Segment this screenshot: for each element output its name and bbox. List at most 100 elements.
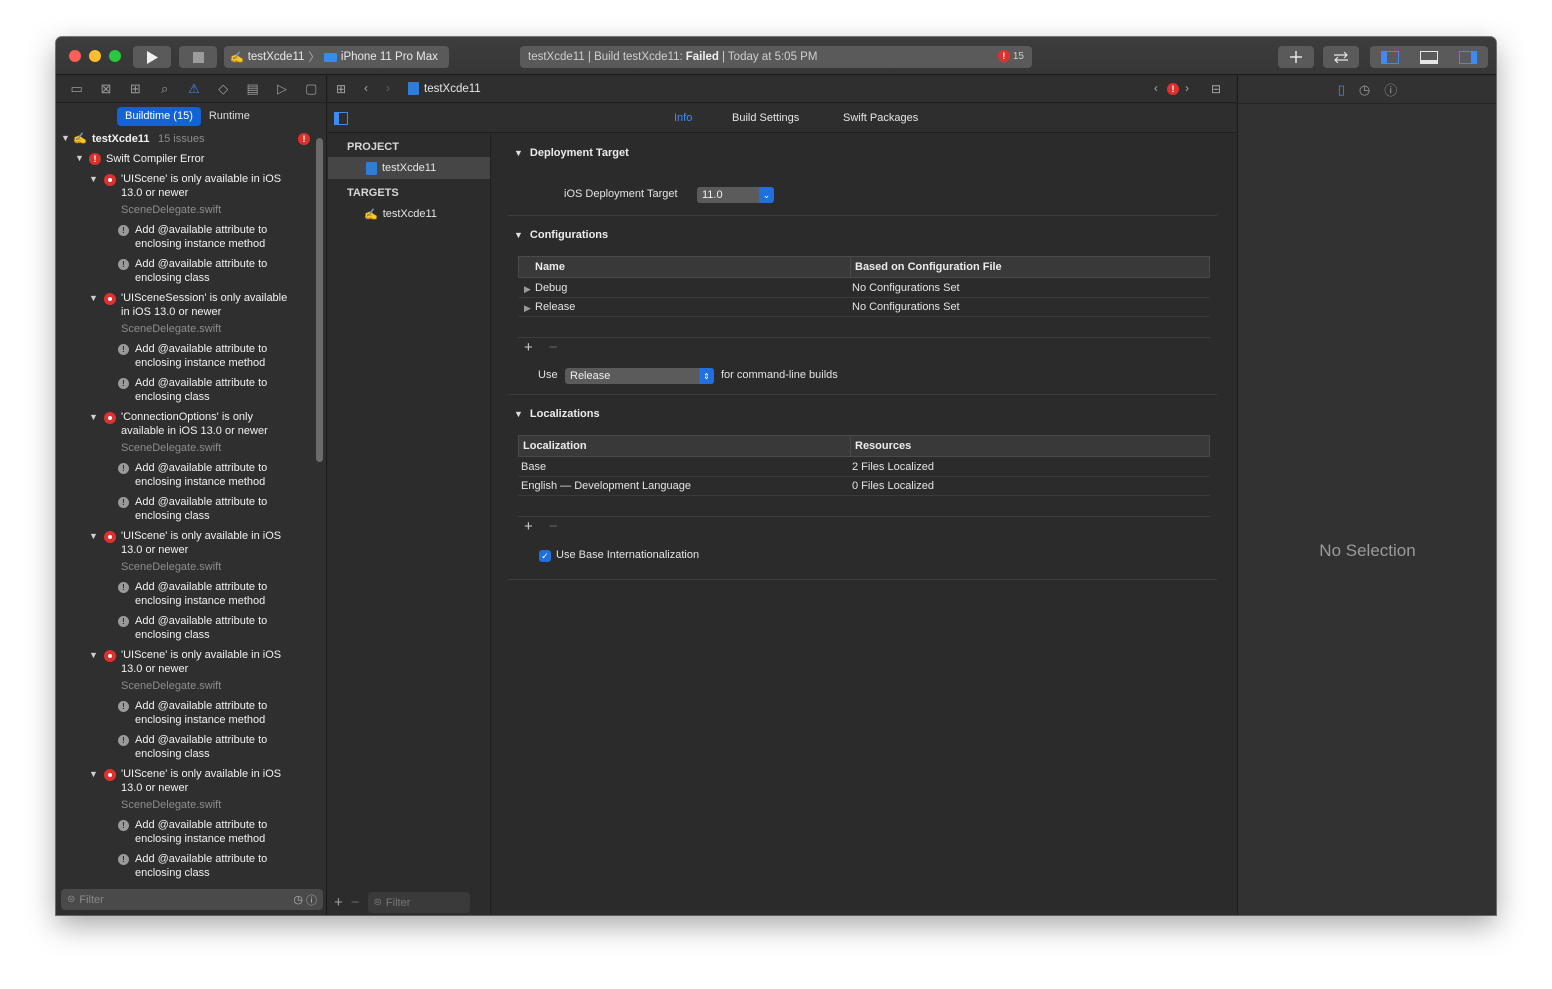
related-items-icon[interactable]: ⊞	[336, 82, 346, 96]
column-header-resources[interactable]: Resources	[850, 435, 1210, 457]
remove-localization-minus-icon[interactable]: −	[549, 518, 558, 535]
add-localization-plus-icon[interactable]: +	[524, 518, 533, 535]
report-icon[interactable]: ▢	[297, 76, 326, 103]
search-icon[interactable]: ⌕	[150, 76, 179, 103]
remove-configuration-minus-icon[interactable]: −	[549, 339, 558, 356]
fixit-note[interactable]: Add @available attribute to	[135, 699, 267, 713]
prev-issue-chevron-icon[interactable]: ‹	[1154, 81, 1158, 95]
fixit-note[interactable]: Add @available attribute to	[135, 614, 267, 628]
localizations-section-header[interactable]: ▼ Localizations	[514, 408, 600, 420]
device-name[interactable]: iPhone 11 Pro Max	[341, 51, 438, 63]
tab-info[interactable]: Info	[674, 112, 692, 124]
deployment-value: 11.0	[702, 189, 723, 201]
scheme-selector[interactable]: ✍ testXcde11 〉 iPhone 11 Pro Max	[224, 46, 449, 68]
remove-target-minus-icon[interactable]: −	[351, 894, 360, 911]
issue-message[interactable]: 'ConnectionOptions' is only	[121, 410, 253, 424]
play-icon	[147, 50, 158, 64]
add-configuration-plus-icon[interactable]: +	[524, 339, 533, 356]
test-diamond-icon[interactable]: ◇	[209, 76, 238, 103]
issue-count: 15 issues	[158, 133, 205, 145]
fixit-note-cont: enclosing class	[135, 391, 210, 403]
issue-message[interactable]: 'UIScene' is only available in iOS	[121, 767, 281, 781]
command-line-config-select[interactable]: Release ⇕	[565, 368, 714, 384]
tab-buildtime[interactable]: Buildtime (15)	[117, 106, 201, 126]
clock-icon[interactable]: ◷	[293, 893, 303, 906]
issue-message[interactable]: 'UIScene' is only available in iOS	[121, 648, 281, 662]
fixit-note[interactable]: Add @available attribute to	[135, 580, 267, 594]
table-row[interactable]: English — Development Language 0 Files L…	[518, 477, 1210, 496]
debug-icon[interactable]: ▤	[238, 76, 267, 103]
issue-category-row[interactable]: ▼ ! Swift Compiler Error	[56, 152, 316, 168]
add-editor-icon[interactable]: ⊟	[1211, 82, 1221, 96]
table-row[interactable]: ▶ Debug No Configurations Set	[518, 279, 1210, 298]
column-header-localization[interactable]: Localization	[518, 435, 851, 457]
tab-build-settings[interactable]: Build Settings	[732, 112, 799, 124]
source-control-icon[interactable]: ⊠	[91, 76, 120, 103]
issue-message[interactable]: 'UISceneSession' is only available	[121, 291, 287, 305]
code-review-button[interactable]	[1323, 46, 1359, 68]
forward-chevron-icon[interactable]: ›	[386, 81, 390, 95]
fixit-note-cont: enclosing instance method	[135, 833, 266, 845]
file-inspector-icon[interactable]: ▯	[1338, 82, 1345, 98]
navigator-filter-field[interactable]: ⊜ Filter ◷ ⓘ	[61, 889, 323, 910]
table-row[interactable]: ▶ Release No Configurations Set	[518, 298, 1210, 317]
symbol-icon[interactable]: ⊞	[121, 76, 150, 103]
folder-icon[interactable]: ▭	[62, 76, 91, 103]
tab-runtime[interactable]: Runtime	[201, 107, 258, 126]
target-item[interactable]: ✍ testXcde11	[328, 203, 490, 225]
project-item[interactable]: testXcde11	[328, 157, 490, 179]
issue-file: SceneDelegate.swift	[121, 561, 222, 573]
minimize-window-button[interactable]	[89, 50, 101, 62]
fixit-note[interactable]: Add @available attribute to	[135, 852, 267, 866]
error-icon	[104, 293, 116, 305]
fixit-note[interactable]: Add @available attribute to	[135, 818, 267, 832]
fixit-note[interactable]: Add @available attribute to	[135, 733, 267, 747]
fixit-note[interactable]: Add @available attribute to	[135, 342, 267, 356]
deployment-target-select[interactable]: 11.0 ⌄	[697, 187, 774, 203]
deployment-section-header[interactable]: ▼ Deployment Target	[514, 147, 629, 159]
sidebar-toggle-icon[interactable]	[334, 112, 348, 125]
disclosure-open-icon: ▼	[514, 148, 523, 158]
base-internationalization-checkbox[interactable]: ✓	[539, 550, 551, 562]
jump-bar-file[interactable]: testXcde11	[408, 82, 481, 95]
column-header-name[interactable]: Name	[518, 256, 851, 278]
error-icon	[104, 531, 116, 543]
fixit-note[interactable]: Add @available attribute to	[135, 461, 267, 475]
back-chevron-icon[interactable]: ‹	[364, 81, 368, 95]
toggle-inspector-icon[interactable]	[1459, 50, 1478, 64]
configurations-section-header[interactable]: ▼ Configurations	[514, 229, 608, 241]
activity-status: testXcde11 | Build testXcde11: Failed | …	[520, 46, 1032, 68]
toggle-navigator-icon[interactable]	[1380, 50, 1399, 64]
add-target-plus-icon[interactable]: +	[334, 894, 343, 911]
panel-toggle-group	[1370, 46, 1488, 68]
quick-help-icon[interactable]: ⓘ	[1384, 80, 1397, 99]
error-badge[interactable]: ! 15	[997, 50, 1024, 62]
fixit-note[interactable]: Add @available attribute to	[135, 376, 267, 390]
toggle-debug-area-icon[interactable]	[1419, 50, 1438, 64]
library-button[interactable]	[1278, 46, 1314, 68]
disclosure-open-icon: ▼	[75, 153, 84, 163]
issue-warning-icon[interactable]: ⚠	[179, 76, 208, 103]
history-inspector-icon[interactable]: ◷	[1359, 82, 1370, 98]
issue-message[interactable]: 'UIScene' is only available in iOS	[121, 529, 281, 543]
target-filter-field[interactable]: ⊜ Filter	[367, 892, 470, 913]
issue-root-row[interactable]: ▼ ✍ testXcde11 15 issues !	[56, 132, 316, 148]
column-header-config-file[interactable]: Based on Configuration File	[850, 256, 1210, 278]
issue-navigator: ▭ ⊠ ⊞ ⌕ ⚠ ◇ ▤ ▷ ▢ Buildtime (15) Runtime…	[56, 76, 327, 915]
navigator-scrollbar[interactable]	[316, 138, 323, 462]
tab-swift-packages[interactable]: Swift Packages	[843, 112, 918, 124]
next-issue-chevron-icon[interactable]: ›	[1185, 81, 1189, 95]
warning-filter-icon[interactable]: ⓘ	[306, 892, 317, 908]
fixit-note[interactable]: Add @available attribute to	[135, 257, 267, 271]
issue-message[interactable]: 'UIScene' is only available in iOS	[121, 172, 281, 186]
close-window-button[interactable]	[69, 50, 81, 62]
fixit-note[interactable]: Add @available attribute to	[135, 223, 267, 237]
stop-button[interactable]	[179, 46, 217, 68]
disclosure-open-icon: ▼	[89, 412, 98, 422]
localization-name: English — Development Language	[521, 480, 692, 492]
breakpoint-icon[interactable]: ▷	[267, 76, 296, 103]
table-row[interactable]: Base 2 Files Localized	[518, 458, 1210, 477]
fixit-note[interactable]: Add @available attribute to	[135, 495, 267, 509]
zoom-window-button[interactable]	[109, 50, 121, 62]
run-button[interactable]	[133, 46, 171, 68]
